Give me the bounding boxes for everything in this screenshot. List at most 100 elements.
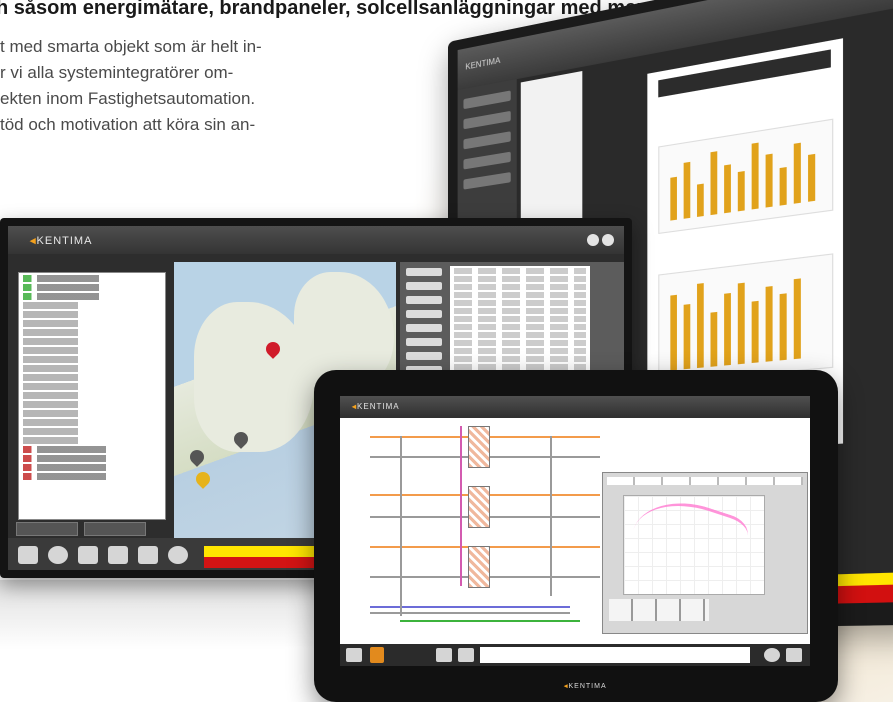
table-row — [454, 268, 586, 274]
monitor-sidebar-button — [463, 131, 511, 150]
popup-tabs — [607, 477, 803, 485]
tree-buttons — [16, 522, 166, 536]
tree-row — [23, 320, 161, 327]
chart-bar — [670, 176, 677, 221]
report-chart — [658, 118, 834, 234]
tablet-brand: ◂KENTIMA — [352, 402, 400, 411]
tree-row — [23, 293, 161, 300]
monitor-brand: KENTIMA — [465, 55, 501, 72]
tablet-bezel-logo: ◂KENTIMA — [564, 682, 607, 690]
panel-button — [406, 352, 442, 360]
intro-line: r vi alla systemintegratörer om- — [0, 63, 234, 82]
tree-row — [23, 392, 161, 399]
status-field — [480, 647, 750, 663]
table-row — [454, 300, 586, 306]
chart-bar — [683, 161, 691, 219]
trend-popup — [602, 472, 808, 634]
chart-bar — [710, 151, 718, 216]
tablet-header: ◂KENTIMA — [340, 396, 810, 418]
table-row — [454, 276, 586, 282]
tree-row — [23, 383, 161, 390]
tree-row — [23, 374, 161, 381]
panel-button — [406, 338, 442, 346]
chart-bar — [751, 300, 759, 364]
chart-bar — [737, 171, 745, 212]
chart-bar — [683, 304, 691, 370]
tree-row — [23, 329, 161, 336]
report-chart — [658, 253, 834, 384]
chart-bar — [808, 153, 816, 202]
intro-line: töd och motivation att köra sin an- — [0, 115, 256, 134]
monitor-sidebar-button — [463, 110, 511, 130]
tree-row — [23, 356, 161, 363]
tablet-screen: ◂KENTIMA — [340, 396, 810, 666]
tree-row — [23, 275, 161, 282]
header-icons — [584, 233, 614, 251]
pipe — [400, 436, 402, 616]
tree-row — [23, 284, 161, 291]
table-row — [454, 292, 586, 298]
chart-bar — [793, 278, 801, 360]
chart-bar — [697, 183, 704, 217]
tree-row — [23, 428, 161, 435]
heat-exchanger — [468, 426, 490, 468]
tablet-image: ◂KENTIMA ◂KENTIMA — [314, 370, 838, 702]
popup-grid — [609, 599, 709, 621]
tree-row — [23, 311, 161, 318]
chevron-right-icon — [786, 648, 802, 662]
table-row — [454, 348, 586, 354]
map-pin-icon — [187, 447, 207, 467]
heat-exchanger — [468, 546, 490, 588]
tree-row — [23, 302, 161, 309]
tree-row — [23, 410, 161, 417]
panel-button — [406, 324, 442, 332]
chart-bar — [724, 292, 731, 366]
chart-bar — [710, 311, 718, 367]
tree-row — [23, 455, 161, 462]
table-row — [454, 284, 586, 290]
chart-bar — [751, 142, 759, 210]
settings-icon — [78, 546, 98, 564]
table-row — [454, 356, 586, 362]
tree-row — [23, 347, 161, 354]
globe-icon — [48, 546, 68, 564]
tree-row — [23, 419, 161, 426]
report-title-bar — [658, 49, 831, 98]
intro-paragraph: t med smarta objekt som är helt in- r vi… — [0, 34, 380, 138]
table-row — [454, 308, 586, 314]
panel-button — [406, 268, 442, 276]
tree-button — [84, 522, 146, 536]
map-pin-icon — [193, 469, 213, 489]
folder-icon — [18, 546, 38, 564]
intro-line: t med smarta objekt som är helt in- — [0, 37, 262, 56]
tablet-toolbar — [340, 644, 810, 666]
chart-bar — [779, 293, 787, 361]
map-screen-brand: ◂KENTIMA — [30, 234, 92, 247]
monitor-sidebar-button — [463, 90, 511, 110]
pipe — [550, 436, 552, 596]
panel-button — [406, 296, 442, 304]
brand-text: KENTIMA — [357, 402, 400, 411]
tree-row — [23, 365, 161, 372]
table-row — [454, 316, 586, 322]
heat-exchanger — [468, 486, 490, 528]
tree-row — [23, 437, 161, 444]
gear-icon — [764, 648, 780, 662]
tree-button — [16, 522, 78, 536]
tree-row — [23, 473, 161, 480]
chart-bar — [765, 286, 773, 362]
table-row — [454, 340, 586, 346]
pipe — [460, 426, 462, 586]
chart-bar — [737, 282, 745, 365]
play-icon — [458, 648, 474, 662]
chevron-left-icon — [346, 648, 362, 662]
monitor-sidebar-button — [463, 172, 511, 190]
info-icon — [602, 234, 614, 246]
chart-bar — [670, 294, 677, 371]
tree-row — [23, 446, 161, 453]
table-row — [454, 324, 586, 330]
monitor-sidebar-button — [463, 151, 511, 170]
panel-button — [406, 282, 442, 290]
panel-button — [406, 310, 442, 318]
tree-row — [23, 464, 161, 471]
